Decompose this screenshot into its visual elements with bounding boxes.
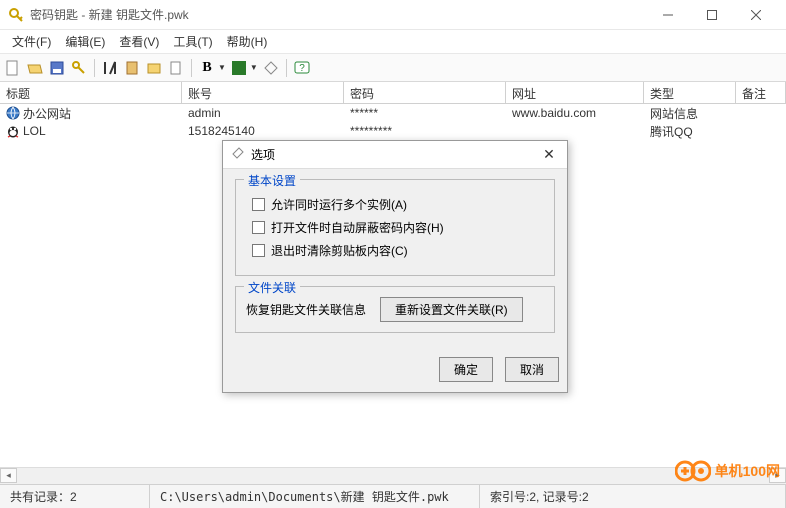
help-icon[interactable]: ?	[293, 59, 311, 77]
cell-title: LOL	[23, 124, 46, 138]
cell-password: ******	[344, 104, 506, 122]
color-icon[interactable]	[230, 59, 248, 77]
status-index: 索引号:2, 记录号:2	[480, 485, 786, 508]
dialog-body: 基本设置 允许同时运行多个实例(A) 打开文件时自动屏蔽密码内容(H) 退出时清…	[223, 169, 567, 353]
app-icon	[8, 7, 24, 23]
doc-icon[interactable]	[167, 59, 185, 77]
table-row[interactable]: LOL 1518245140 ********* 腾讯QQ	[0, 122, 786, 140]
checkbox-mask-password[interactable]: 打开文件时自动屏蔽密码内容(H)	[252, 219, 538, 236]
dropdown-icon[interactable]: ▼	[218, 63, 226, 72]
open-icon[interactable]	[26, 59, 44, 77]
cell-account: 1518245140	[182, 122, 344, 140]
menu-view[interactable]: 查看(V)	[113, 31, 165, 52]
find-icon[interactable]	[101, 59, 119, 77]
cell-note	[736, 122, 786, 140]
col-title[interactable]: 标题	[0, 82, 182, 103]
window-title: 密码钥匙 - 新建 钥匙文件.pwk	[30, 6, 646, 23]
cell-title: 办公网站	[23, 105, 71, 122]
watermark-icon	[675, 458, 711, 484]
dialog-close-button[interactable]: ✕	[539, 146, 559, 163]
col-url[interactable]: 网址	[506, 82, 644, 103]
col-type[interactable]: 类型	[644, 82, 736, 103]
group-label: 文件关联	[244, 279, 300, 296]
menu-help[interactable]: 帮助(H)	[221, 31, 274, 52]
status-bar: 共有记录：2 C:\Users\admin\Documents\新建 钥匙文件.…	[0, 484, 786, 508]
dialog-buttons: 确定 取消	[223, 353, 567, 392]
menu-bar: 文件(F) 编辑(E) 查看(V) 工具(T) 帮助(H)	[0, 30, 786, 54]
cell-account: admin	[182, 104, 344, 122]
separator	[286, 59, 287, 77]
assoc-text: 恢复钥匙文件关联信息	[246, 301, 366, 318]
globe-icon	[6, 106, 20, 120]
scroll-left-icon[interactable]: ◂	[0, 468, 17, 483]
group-file-assoc: 文件关联 恢复钥匙文件关联信息 重新设置文件关联(R)	[235, 286, 555, 333]
svg-text:?: ?	[299, 63, 305, 74]
clipboard-icon[interactable]	[123, 59, 141, 77]
options-dialog: 选项 ✕ 基本设置 允许同时运行多个实例(A) 打开文件时自动屏蔽密码内容(H)…	[222, 140, 568, 393]
checkbox-icon	[252, 198, 265, 211]
cell-url: www.baidu.com	[506, 104, 644, 122]
titlebar: 密码钥匙 - 新建 钥匙文件.pwk	[0, 0, 786, 30]
bold-icon[interactable]: B	[198, 59, 216, 77]
cell-type: 腾讯QQ	[644, 122, 736, 140]
tool-icon[interactable]	[262, 59, 280, 77]
cancel-button[interactable]: 取消	[505, 357, 559, 382]
cell-url	[506, 122, 644, 140]
watermark: 单机100网	[675, 458, 780, 484]
horizontal-scrollbar[interactable]: ◂ ▸	[0, 467, 786, 484]
cell-password: *********	[344, 122, 506, 140]
menu-edit[interactable]: 编辑(E)	[59, 31, 111, 52]
scroll-track[interactable]	[17, 468, 769, 484]
dialog-icon	[231, 146, 245, 163]
folder-icon[interactable]	[145, 59, 163, 77]
col-note[interactable]: 备注	[736, 82, 786, 103]
minimize-button[interactable]	[646, 1, 690, 29]
cell-note	[736, 104, 786, 122]
checkbox-multi-instance[interactable]: 允许同时运行多个实例(A)	[252, 196, 538, 213]
maximize-button[interactable]	[690, 1, 734, 29]
group-basic: 基本设置 允许同时运行多个实例(A) 打开文件时自动屏蔽密码内容(H) 退出时清…	[235, 179, 555, 276]
col-password[interactable]: 密码	[344, 82, 506, 103]
menu-tools[interactable]: 工具(T)	[167, 31, 218, 52]
dropdown-icon[interactable]: ▼	[250, 63, 258, 72]
menu-file[interactable]: 文件(F)	[6, 31, 57, 52]
cell-type: 网站信息	[644, 104, 736, 122]
qq-icon	[6, 124, 20, 138]
separator	[94, 59, 95, 77]
key-icon[interactable]	[70, 59, 88, 77]
dialog-titlebar: 选项 ✕	[223, 141, 567, 169]
toolbar: B▼ ▼ ?	[0, 54, 786, 82]
checkbox-icon	[252, 221, 265, 234]
save-icon[interactable]	[48, 59, 66, 77]
group-label: 基本设置	[244, 172, 300, 189]
table-header: 标题 账号 密码 网址 类型 备注	[0, 82, 786, 104]
checkbox-clear-clipboard[interactable]: 退出时清除剪贴板内容(C)	[252, 242, 538, 259]
separator	[191, 59, 192, 77]
col-account[interactable]: 账号	[182, 82, 344, 103]
checkbox-icon	[252, 244, 265, 257]
watermark-text: 单机100网	[715, 461, 780, 481]
new-icon[interactable]	[4, 59, 22, 77]
window-buttons	[646, 1, 778, 29]
status-path: C:\Users\admin\Documents\新建 钥匙文件.pwk	[150, 485, 480, 508]
table-row[interactable]: 办公网站 admin ****** www.baidu.com 网站信息	[0, 104, 786, 122]
status-count: 共有记录：2	[0, 485, 150, 508]
ok-button[interactable]: 确定	[439, 357, 493, 382]
close-button[interactable]	[734, 1, 778, 29]
reset-assoc-button[interactable]: 重新设置文件关联(R)	[380, 297, 523, 322]
dialog-title: 选项	[251, 146, 539, 163]
